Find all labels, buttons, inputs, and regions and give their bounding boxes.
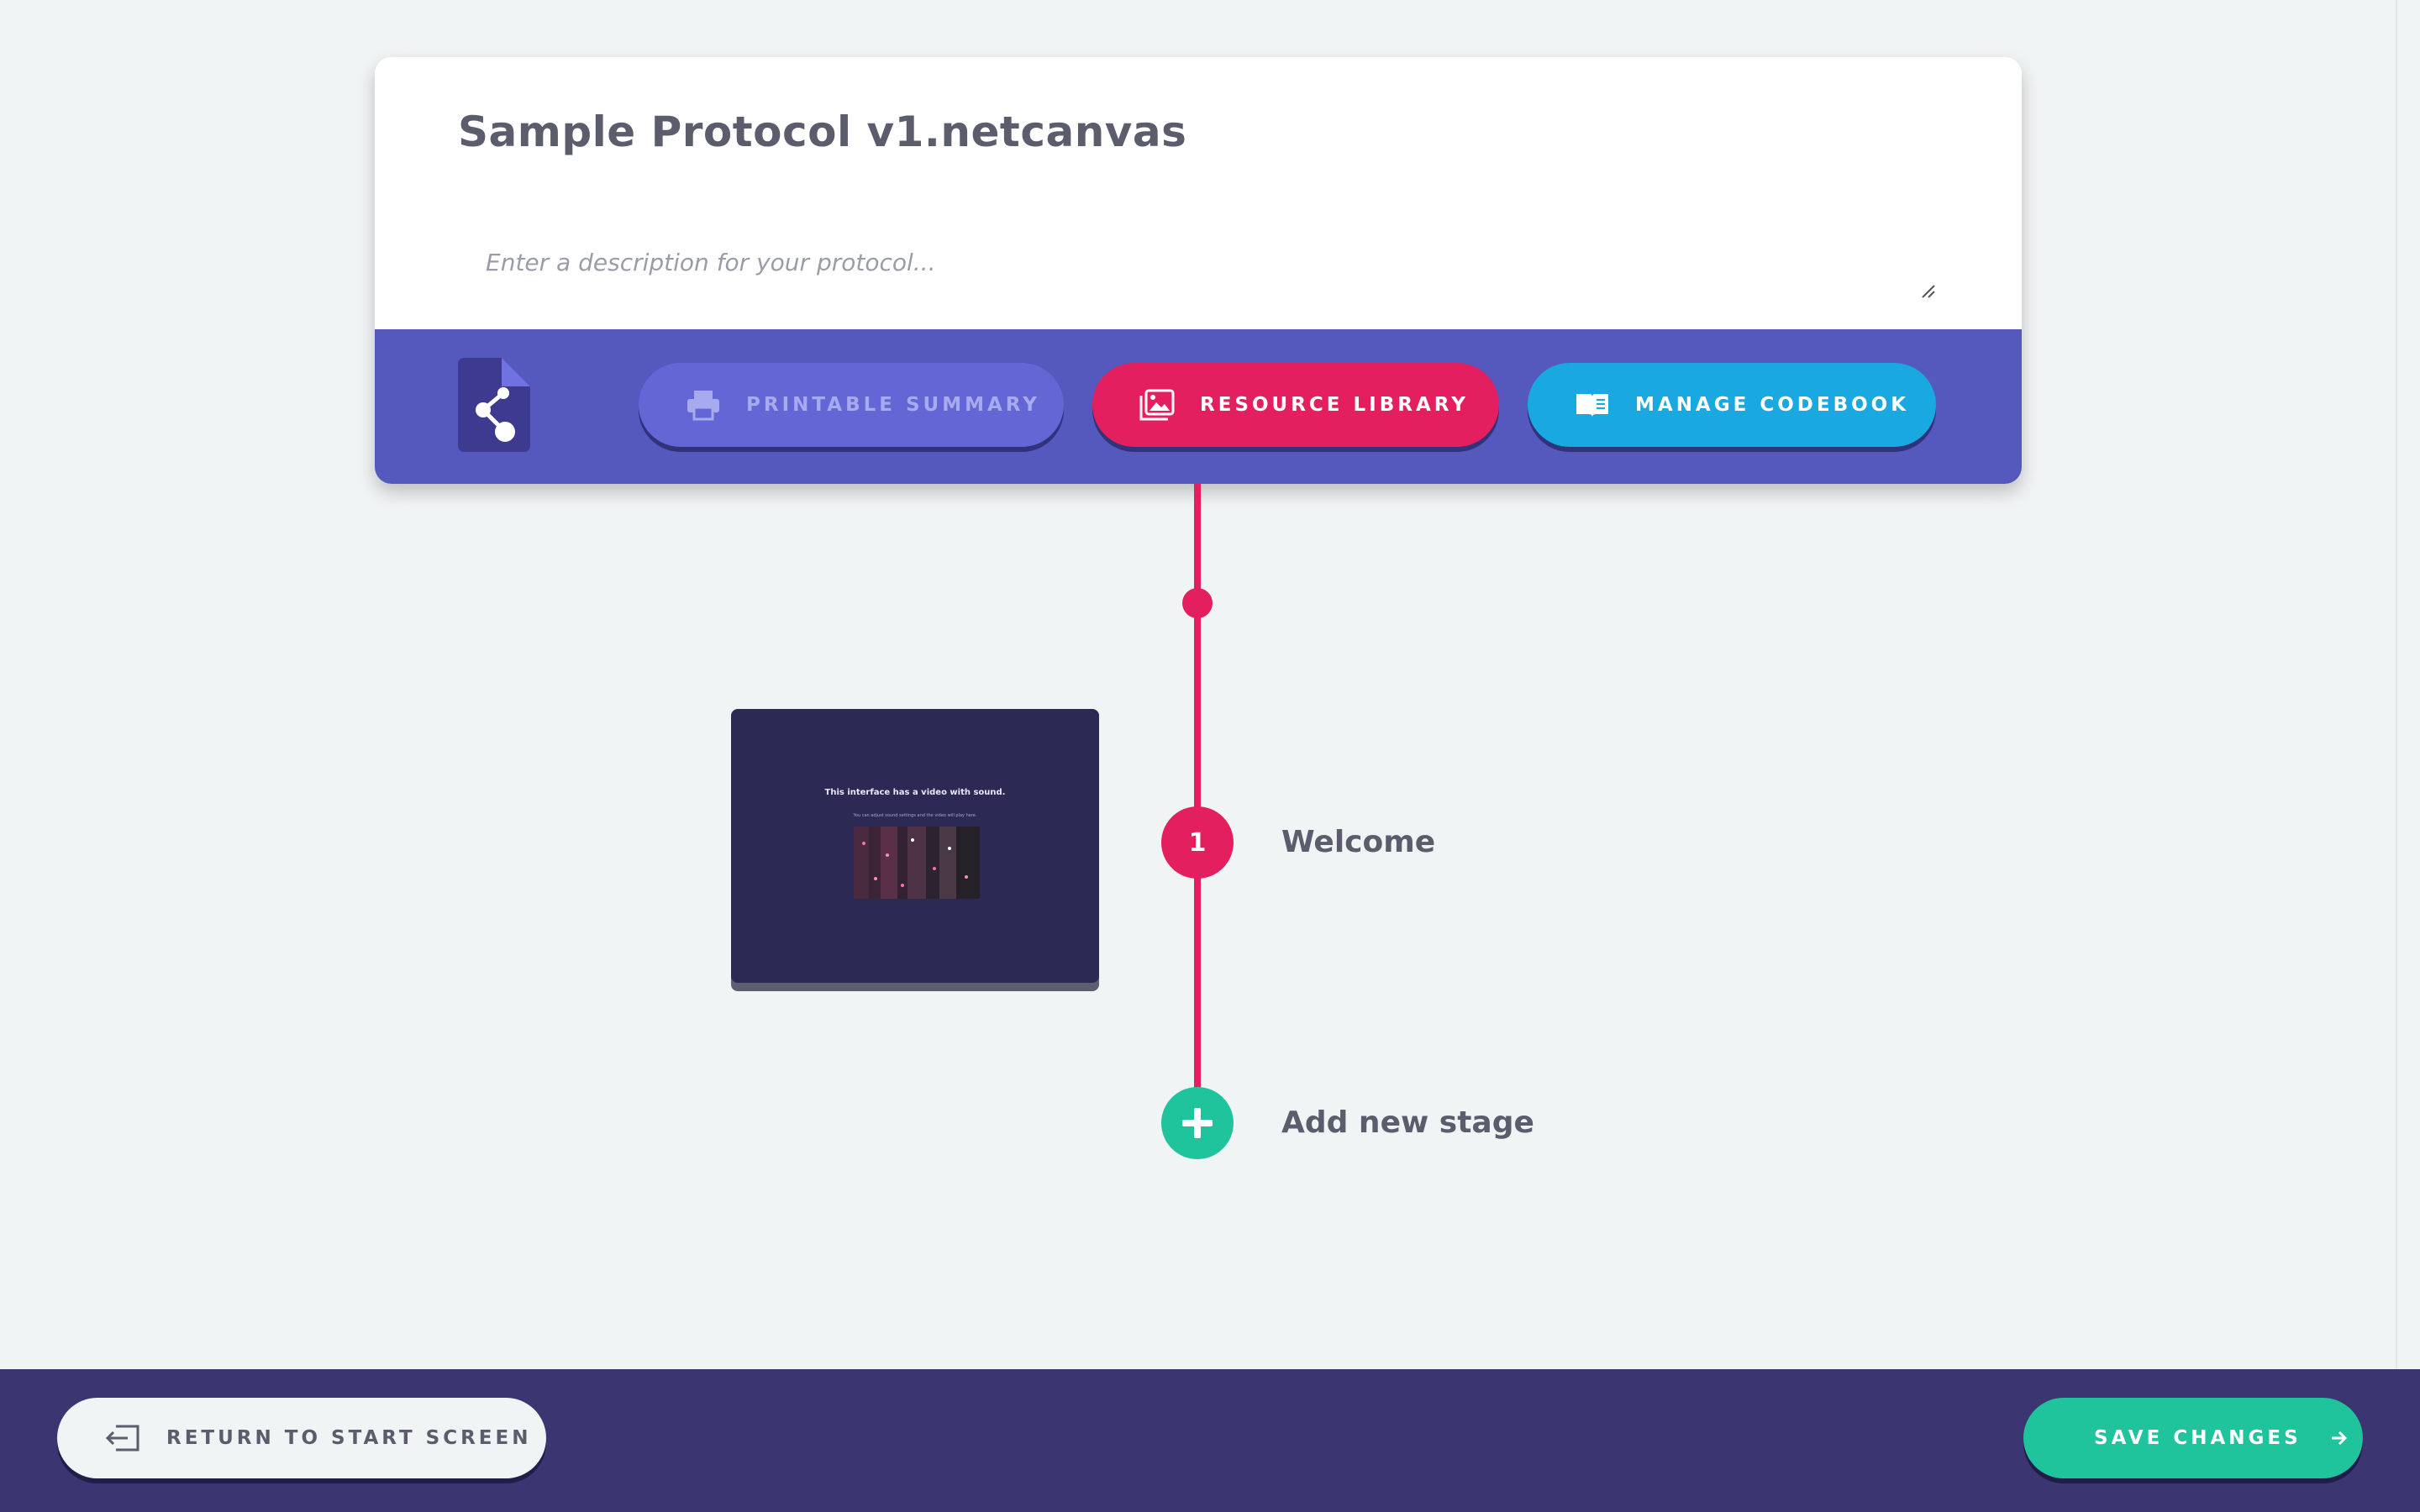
protocol-description-input[interactable] — [486, 249, 1914, 326]
stage-preview-heading: This interface has a video with sound. — [824, 788, 1006, 797]
exit-arrow-icon — [105, 1425, 139, 1452]
protocol-title[interactable]: Sample Protocol v1.netcanvas — [458, 108, 1186, 156]
timeline-track — [1194, 484, 1201, 1124]
scrollbar-track[interactable] — [2396, 0, 2397, 1369]
protocol-info-section: Sample Protocol v1.netcanvas — [375, 57, 2022, 329]
return-to-start-label: RETURN TO START SCREEN — [166, 1427, 532, 1449]
printable-summary-label: PRINTABLE SUMMARY — [746, 394, 1040, 416]
return-to-start-button[interactable]: RETURN TO START SCREEN — [57, 1398, 546, 1478]
resize-handle-icon[interactable] — [1919, 282, 1936, 299]
protocol-file-share-icon — [458, 358, 530, 452]
image-library-icon — [1139, 389, 1175, 421]
stage-label-welcome[interactable]: Welcome — [1281, 825, 1435, 859]
add-stage-label[interactable]: Add new stage — [1281, 1105, 1534, 1140]
video-thumbnail — [854, 827, 980, 899]
open-book-icon — [1576, 394, 1608, 417]
manage-codebook-label: MANAGE CODEBOOK — [1635, 394, 1910, 416]
stage-preview-subtext: You can adjust sound settings and the vi… — [853, 813, 977, 818]
save-changes-label: SAVE CHANGES — [2094, 1427, 2302, 1449]
add-stage-button[interactable] — [1161, 1087, 1234, 1159]
stage-number-badge[interactable]: 1 — [1161, 806, 1234, 879]
printable-summary-button[interactable]: PRINTABLE SUMMARY — [639, 363, 1064, 447]
timeline-insert-point[interactable] — [1182, 588, 1213, 618]
resource-library-button[interactable]: RESOURCE LIBRARY — [1092, 363, 1499, 447]
arrow-right-icon — [2331, 1431, 2347, 1446]
resource-library-label: RESOURCE LIBRARY — [1200, 394, 1469, 416]
protocol-editor-screen: Sample Protocol v1.netcanvas Enter a des… — [0, 0, 2420, 1512]
footer-bar: RETURN TO START SCREEN SAVE CHANGES — [0, 1369, 2420, 1512]
stage-preview-welcome[interactable]: This interface has a video with sound. Y… — [731, 709, 1099, 983]
manage-codebook-button[interactable]: MANAGE CODEBOOK — [1528, 363, 1936, 447]
save-changes-button[interactable]: SAVE CHANGES — [2023, 1398, 2363, 1478]
plus-icon — [1182, 1108, 1213, 1138]
printer-icon — [687, 391, 719, 421]
